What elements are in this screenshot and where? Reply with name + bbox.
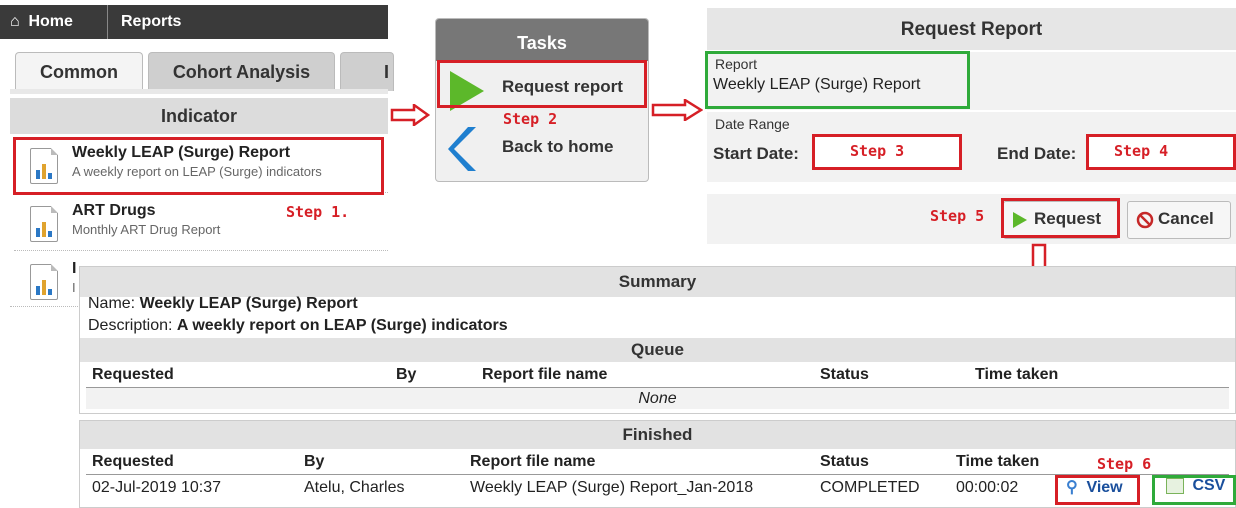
finished-by: Atelu, Charles <box>304 479 405 496</box>
tab-strip <box>10 89 388 94</box>
finished-col-requested: Requested <box>92 453 174 470</box>
queue-header: Queue <box>80 338 1235 362</box>
top-nav-bar: ⌂ Home Reports <box>0 5 388 39</box>
step-3-label: Step 3 <box>850 142 905 160</box>
annotation-box-step1 <box>13 137 384 195</box>
annotation-box-csv-green <box>1152 475 1236 505</box>
back-chevron-icon <box>448 127 476 171</box>
finished-requested: 02-Jul-2019 10:37 <box>92 479 221 496</box>
step-4-label: Step 4 <box>1114 142 1169 160</box>
indicator-header: Indicator <box>10 98 388 134</box>
annotation-box-step5 <box>1001 198 1120 238</box>
start-date-label: Start Date: <box>713 144 799 163</box>
tab-common[interactable]: Common <box>15 52 143 91</box>
nav-home-link[interactable]: ⌂ Home <box>10 5 73 39</box>
finished-col-time: Time taken <box>956 453 1040 470</box>
indicator-item-title: I <box>72 260 77 277</box>
finished-header: Finished <box>80 421 1235 449</box>
nav-reports-link[interactable]: Reports <box>121 5 181 39</box>
back-to-home-task-button[interactable]: Back to home <box>440 123 644 179</box>
finished-col-file: Report file name <box>470 453 596 470</box>
date-range-label: Date Range <box>715 116 790 132</box>
indicator-item-desc: Monthly ART Drug Report <box>72 222 221 237</box>
report-chart-icon <box>30 206 58 242</box>
indicator-divider <box>10 306 78 307</box>
summary-description: Description: A weekly report on LEAP (Su… <box>88 317 508 335</box>
queue-col-status: Status <box>820 366 869 383</box>
nav-home-label: Home <box>28 13 73 30</box>
flow-arrow-right-icon <box>390 104 430 126</box>
nav-divider <box>107 5 108 39</box>
step-1-label: Step 1. <box>286 203 350 221</box>
indicator-item-title: ART Drugs <box>72 202 156 219</box>
annotation-box-report-green <box>705 51 970 109</box>
finished-time: 00:00:02 <box>956 479 1019 496</box>
step-5-label: Step 5 <box>930 207 985 225</box>
summary-name-label: Name: <box>88 295 140 312</box>
queue-empty-row: None <box>86 387 1229 409</box>
summary-name-value: Weekly LEAP (Surge) Report <box>139 295 358 312</box>
flow-arrow-right-icon <box>651 99 703 121</box>
finished-file: Weekly LEAP (Surge) Report_Jan-2018 <box>470 479 754 496</box>
summary-desc-value: A weekly report on LEAP (Surge) indicato… <box>176 317 508 334</box>
end-date-label: End Date: <box>997 144 1077 163</box>
queue-col-requested: Requested <box>92 366 174 383</box>
tasks-header: Tasks <box>436 19 648 61</box>
queue-col-time: Time taken <box>975 366 1059 383</box>
queue-col-file: Report file name <box>482 366 608 383</box>
report-chart-icon <box>30 264 58 300</box>
cancel-icon <box>1136 211 1154 229</box>
finished-col-status: Status <box>820 453 869 470</box>
finished-col-by: By <box>304 453 325 470</box>
indicator-item-partial[interactable]: I I <box>14 252 84 308</box>
tab-cohort-analysis[interactable]: Cohort Analysis <box>148 52 335 91</box>
home-icon: ⌂ <box>10 13 20 30</box>
cancel-button-label: Cancel <box>1158 209 1214 228</box>
step-2-label: Step 2 <box>503 110 558 128</box>
step-6-label: Step 6 <box>1097 455 1152 473</box>
request-report-header: Request Report <box>707 8 1236 50</box>
summary-desc-label: Description: <box>88 317 177 334</box>
summary-name: Name: Weekly LEAP (Surge) Report <box>88 295 358 313</box>
summary-header: Summary <box>80 267 1235 297</box>
summary-panel: Summary Name: Weekly LEAP (Surge) Report… <box>79 266 1236 414</box>
indicator-item-desc: I <box>72 280 76 295</box>
finished-status: COMPLETED <box>820 479 920 496</box>
cancel-button[interactable]: Cancel <box>1127 201 1231 239</box>
queue-col-by: By <box>396 366 417 383</box>
tab-partial[interactable]: I <box>340 52 394 91</box>
annotation-box-step2 <box>437 60 647 108</box>
back-to-home-label: Back to home <box>502 137 614 156</box>
annotation-box-step6 <box>1055 475 1140 505</box>
